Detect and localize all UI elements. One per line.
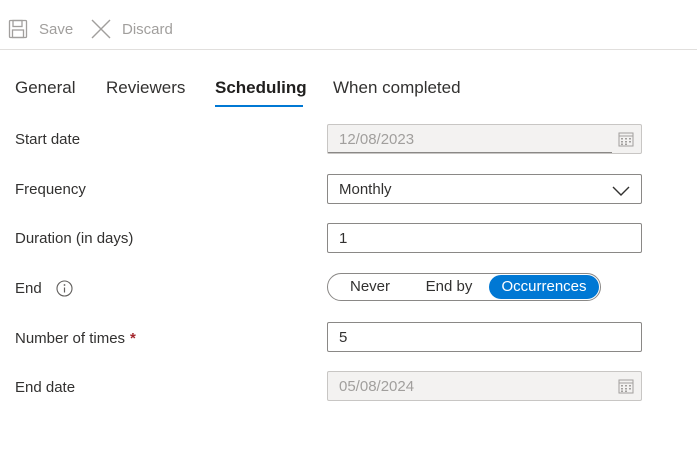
start-date-label: Start date xyxy=(15,129,80,149)
info-icon[interactable] xyxy=(56,279,73,297)
tab-scheduling[interactable]: Scheduling xyxy=(215,70,307,108)
frequency-label: Frequency xyxy=(15,179,86,199)
duration-label-text: Duration (in days) xyxy=(15,229,134,247)
end-option-toggle: Never End by Occurrences xyxy=(327,273,601,301)
tab-reviewers[interactable]: Reviewers xyxy=(106,70,185,108)
number-of-times-value: 5 xyxy=(339,328,348,346)
save-label: Save xyxy=(39,20,74,38)
save-icon xyxy=(8,19,28,39)
number-of-times-label: Number of times * xyxy=(15,328,136,348)
tab-general[interactable]: General xyxy=(15,70,75,108)
calendar-icon[interactable] xyxy=(618,378,634,398)
end-option-occurrences[interactable]: Occurrences xyxy=(489,275,599,299)
save-button[interactable]: Save xyxy=(8,16,73,42)
selected-tab-indicator xyxy=(215,105,303,107)
end-option-never[interactable]: Never xyxy=(336,275,404,299)
command-bar: Save Discard xyxy=(0,0,697,50)
frequency-value: Monthly xyxy=(339,180,392,198)
tab-list: General Reviewers Scheduling When comple… xyxy=(0,70,697,110)
tab-when-completed[interactable]: When completed xyxy=(333,70,461,108)
end-label-text: End xyxy=(15,279,42,297)
scheduling-panel: Save Discard General Reviewers Schedulin… xyxy=(0,0,697,473)
start-date-label-text: Start date xyxy=(15,130,81,148)
duration-input[interactable]: 1 xyxy=(327,223,642,253)
close-icon xyxy=(91,19,111,39)
calendar-icon[interactable] xyxy=(618,131,634,151)
number-of-times-input[interactable]: 5 xyxy=(327,322,642,352)
end-date-label: End date xyxy=(15,377,75,397)
frequency-dropdown[interactable]: Monthly xyxy=(327,174,642,204)
start-date-value: 12/08/2023 xyxy=(339,130,415,148)
frequency-label-text: Frequency xyxy=(15,180,86,198)
start-date-underline xyxy=(328,152,612,153)
start-date-field[interactable]: 12/08/2023 xyxy=(327,124,642,154)
end-date-value: 05/08/2024 xyxy=(339,377,415,395)
duration-label: Duration (in days) xyxy=(15,228,133,248)
end-date-field[interactable]: 05/08/2024 xyxy=(327,371,642,401)
end-label: End xyxy=(15,278,73,298)
duration-value: 1 xyxy=(339,229,348,247)
end-option-end-by[interactable]: End by xyxy=(414,275,484,299)
number-of-times-label-text: Number of times xyxy=(15,329,126,347)
chevron-down-icon xyxy=(612,184,630,201)
end-date-label-text: End date xyxy=(15,378,76,396)
discard-button[interactable]: Discard xyxy=(91,16,173,42)
discard-label: Discard xyxy=(122,20,173,38)
required-marker: * xyxy=(130,329,136,347)
